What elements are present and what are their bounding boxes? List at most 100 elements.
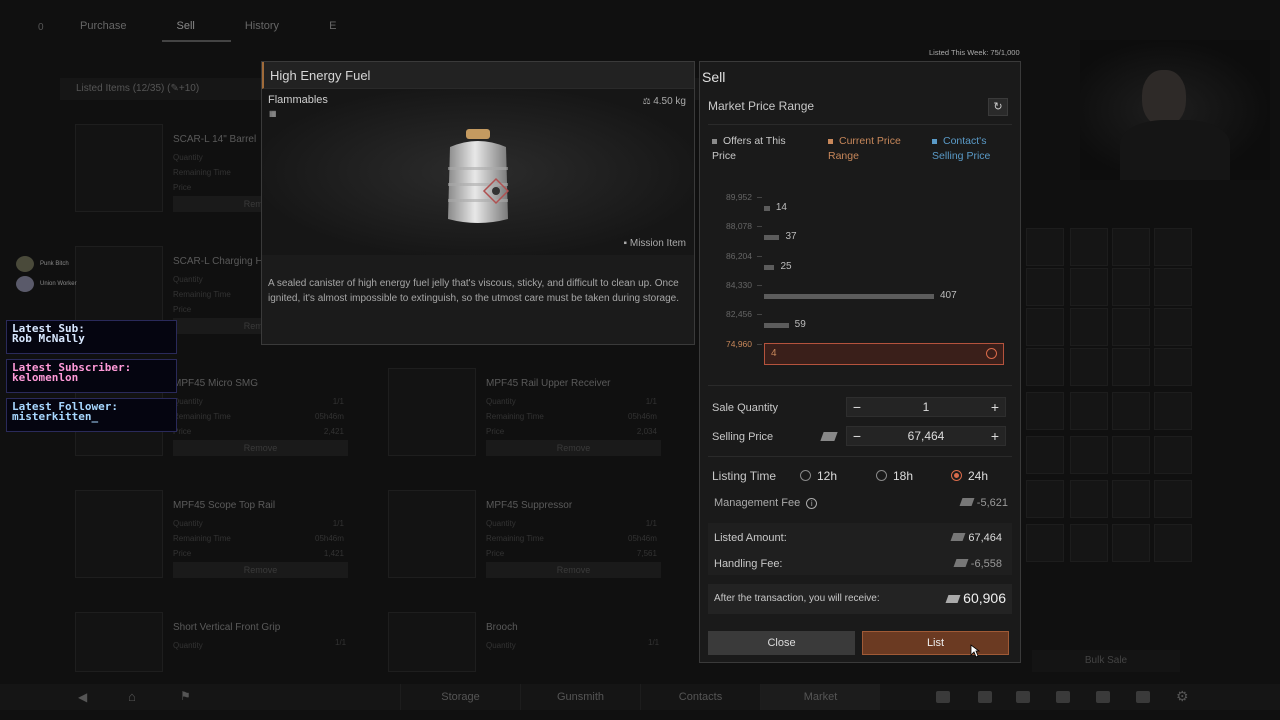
item-name: SCAR-L Charging H: [173, 256, 263, 267]
inventory-slot: [1112, 392, 1150, 430]
item-values: 1/1 05h46m 7,561: [628, 519, 657, 558]
listing-24h-radio[interactable]: 24h: [951, 469, 988, 483]
receive-amount: 60,906: [945, 590, 1006, 606]
remove-button[interactable]: Remove: [486, 562, 661, 578]
remove-button[interactable]: Remove: [173, 562, 348, 578]
selected-price-row[interactable]: 4: [764, 343, 1004, 365]
home-icon[interactable]: ⌂: [128, 689, 136, 704]
offer-bar[interactable]: [764, 264, 775, 270]
badge-label: Punk Bitch: [40, 261, 69, 267]
currency-icon: [820, 432, 838, 441]
remove-button[interactable]: Remove: [173, 440, 348, 456]
item-category: Flammables: [268, 94, 328, 106]
handling-fee-label: Handling Fee:: [714, 558, 783, 570]
offer-bar[interactable]: [764, 206, 770, 211]
offer-bar[interactable]: [764, 323, 789, 329]
nav-storage[interactable]: Storage: [400, 684, 520, 710]
latest-follower-name: misterkitten_: [12, 410, 99, 423]
item-name: MPF45 Scope Top Rail: [173, 500, 276, 511]
inventory-slot: [1070, 348, 1108, 386]
item-name: MPF45 Rail Upper Receiver: [486, 378, 611, 389]
selling-price-input[interactable]: 67,464: [867, 427, 985, 445]
item-values: 1/1 05h46m 2,421: [315, 397, 344, 436]
list-item: MPF45 Scope Top Rail Quantity Remaining T…: [75, 490, 365, 590]
back-indicator: 0: [38, 22, 44, 33]
bag-icon[interactable]: [1096, 691, 1110, 703]
listed-this-week: Listed This Week: 75/1,000: [929, 48, 1020, 57]
item-qty: 1/1: [648, 638, 660, 647]
mail-icon[interactable]: [1056, 691, 1070, 703]
offer-bar[interactable]: [764, 235, 780, 241]
currency-icon: [953, 559, 969, 567]
price-level-label: 89,952: [726, 192, 752, 202]
latest-sub-box: Latest Sub: Rob McNally: [6, 320, 177, 354]
radio-circle: [876, 470, 887, 481]
person-head: [1142, 70, 1186, 126]
squad-icon[interactable]: [936, 691, 950, 703]
item-weight: ⚖ 4.50 kg: [642, 96, 686, 107]
listing-18h-radio[interactable]: 18h: [876, 469, 913, 483]
price-level-tick: [757, 226, 762, 228]
quantity-plus-button[interactable]: +: [985, 398, 1005, 416]
bulk-sale-button[interactable]: Bulk Sale: [1032, 650, 1180, 672]
list-button[interactable]: List: [862, 631, 1009, 655]
offer-bar[interactable]: [764, 293, 934, 299]
chat-icon[interactable]: [1016, 691, 1030, 703]
tab-extra[interactable]: E: [315, 14, 372, 42]
quantity-stepper: − 1 +: [846, 397, 1006, 417]
inventory-slot: [1154, 308, 1192, 346]
gear-icon[interactable]: ⚙: [1176, 688, 1189, 705]
friends-icon[interactable]: [978, 691, 992, 703]
latest-follower-box: Latest Follower: misterkitten_: [6, 398, 177, 432]
item-meta: Quantity Remaining Time Price: [173, 275, 231, 314]
selling-price-label: Selling Price: [712, 431, 774, 443]
handling-fee-row: Handling Fee: -6,558: [714, 558, 1006, 570]
price-level-tick: [757, 197, 762, 198]
tab-purchase[interactable]: Purchase: [66, 14, 162, 42]
refresh-icon[interactable]: ↻: [988, 98, 1008, 116]
quantity-input[interactable]: 1: [867, 398, 985, 416]
item-name: Short Vertical Front Grip: [173, 622, 281, 633]
item-thumbnail: [388, 368, 476, 456]
listed-amount-row: Listed Amount: 67,464: [714, 532, 1006, 544]
listing-12h-radio[interactable]: 12h: [800, 469, 837, 483]
legend-swatch: [712, 138, 717, 144]
summary-box: Listed Amount: 67,464 Handling Fee: -6,5…: [708, 523, 1012, 575]
mouse-cursor-icon: [970, 644, 980, 658]
price-level-tick: [757, 344, 762, 345]
divider: [708, 124, 1012, 125]
nav-contacts[interactable]: Contacts: [640, 684, 760, 710]
badge-icon: [16, 276, 34, 292]
inventory-slot: [1026, 480, 1064, 518]
item-thumbnail: [75, 124, 163, 212]
list-item: Brooch Quantity 1/1: [388, 612, 678, 672]
inventory-slot: [1154, 480, 1192, 518]
mission-item-tag: ▪ Mission Item: [623, 238, 686, 249]
price-plus-button[interactable]: +: [985, 427, 1005, 445]
notes-icon[interactable]: [1136, 691, 1150, 703]
inventory-slot: [1154, 268, 1192, 306]
nav-gunsmith[interactable]: Gunsmith: [520, 684, 640, 710]
flag-icon[interactable]: ⚑: [180, 689, 191, 703]
item-qty: 1/1: [335, 638, 347, 647]
offer-count-label: 25: [780, 260, 792, 272]
tab-history[interactable]: History: [231, 14, 315, 42]
quantity-minus-button[interactable]: −: [847, 398, 867, 416]
sell-title: Sell: [702, 69, 726, 85]
inventory-slot: [1112, 524, 1150, 562]
close-button[interactable]: Close: [708, 631, 855, 655]
inventory-slot: [1026, 436, 1064, 474]
info-icon[interactable]: i: [806, 498, 818, 509]
inventory-slot: [1112, 436, 1150, 474]
market-price-range-title: Market Price Range: [708, 99, 815, 113]
price-minus-button[interactable]: −: [847, 427, 867, 445]
inventory-slot: [1154, 348, 1192, 386]
item-title: High Energy Fuel: [262, 62, 694, 89]
inventory-slot: [1112, 228, 1150, 266]
price-level-tick: [757, 314, 762, 316]
remove-button[interactable]: Remove: [486, 440, 661, 456]
nav-market[interactable]: Market: [760, 684, 880, 710]
back-arrow-icon[interactable]: ◀: [78, 690, 87, 704]
currency-icon: [950, 533, 966, 541]
tab-sell[interactable]: Sell: [162, 14, 231, 42]
